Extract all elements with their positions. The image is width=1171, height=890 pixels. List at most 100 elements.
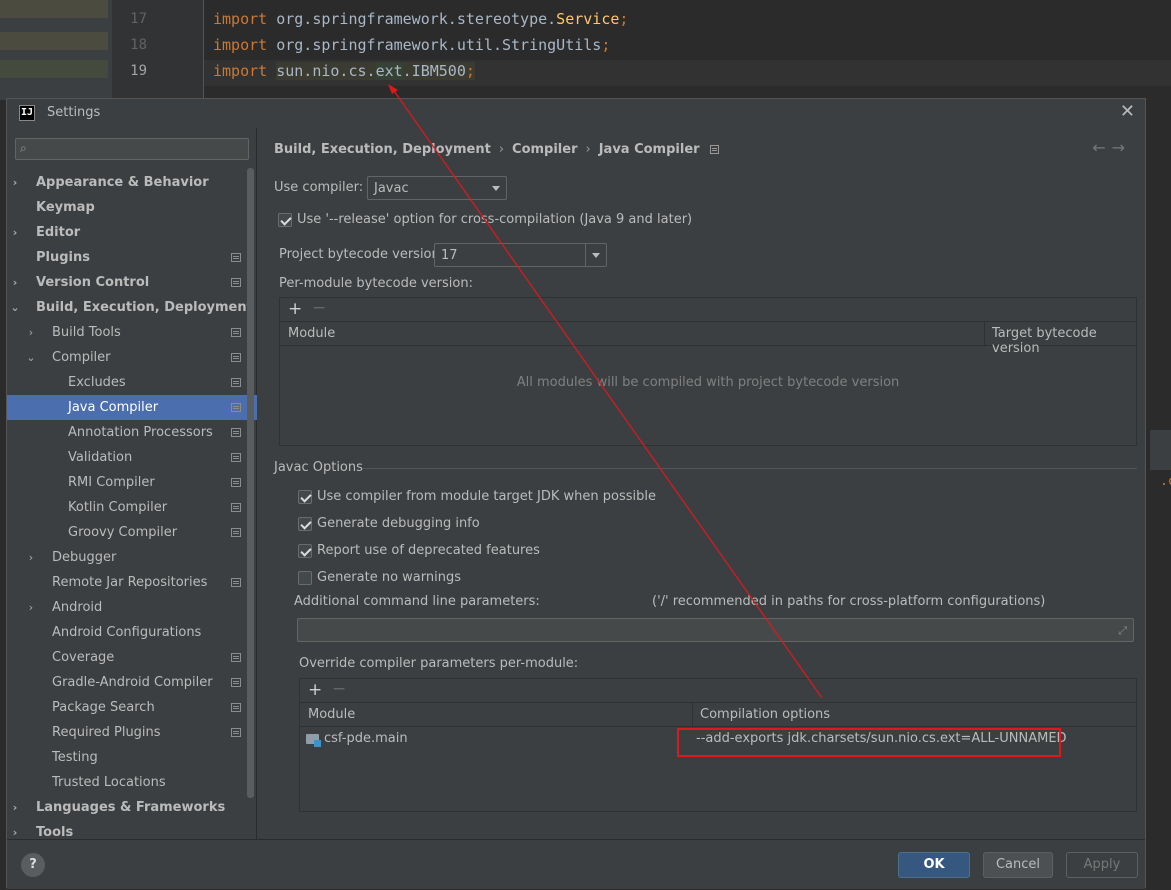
column-divider[interactable] [984,322,985,346]
chevron-right-icon[interactable]: › [9,270,21,295]
dialog-titlebar[interactable]: IJ Settings ✕ [7,99,1145,127]
combo-divider [585,244,586,266]
sidebar-item[interactable]: Required Plugins [7,720,257,745]
add-icon[interactable]: + [308,680,322,700]
keyword: import [213,62,268,80]
help-button[interactable]: ? [21,853,45,877]
sidebar-item[interactable]: Coverage [7,645,257,670]
sidebar-item[interactable]: ⌄ Build, Execution, Deployment [7,295,257,320]
column-header-module[interactable]: Module [308,707,355,722]
sidebar-item[interactable]: Remote Jar Repositories [7,570,257,595]
cancel-button[interactable]: Cancel [983,852,1053,878]
code-text: .IBM500 [402,62,466,80]
forward-arrow-icon[interactable]: → [1112,138,1131,157]
project-scope-icon [231,278,241,287]
code-text: org.springframework.stereotype. [267,10,557,28]
sidebar-item[interactable]: Keymap [7,195,257,220]
table-toolbar: + − [280,298,1136,322]
sidebar-item[interactable]: Package Search [7,695,257,720]
use-compiler-select[interactable]: Javac [367,176,507,200]
sidebar-item[interactable]: › Build Tools [7,320,257,345]
semicolon: ; [619,10,629,28]
option-label: Report use of deprecated features [317,543,540,558]
sidebar-item[interactable]: › Android [7,595,257,620]
column-header-target[interactable]: Target bytecode version [992,326,1136,356]
apply-button[interactable]: Apply [1066,852,1138,878]
sidebar-item[interactable]: Groovy Compiler [7,520,257,545]
sidebar-item[interactable]: Excludes [7,370,257,395]
settings-tree: › Appearance & Behavior Keymap › Editor Plugi… [7,170,257,845]
column-header-options[interactable]: Compilation options [700,707,830,722]
expand-icon[interactable]: ⤢ [1118,624,1127,638]
option-checkbox[interactable] [298,571,312,585]
chevron-right-icon[interactable]: › [9,220,21,245]
line-number: 17 [130,11,147,27]
add-icon[interactable]: + [288,299,302,319]
code-fragment: .c [1160,474,1171,489]
sidebar-item[interactable]: › Version Control [7,270,257,295]
highlight-stripe [0,60,108,78]
breadcrumb-item[interactable]: Build, Execution, Deployment [274,142,491,157]
chevron-down-icon[interactable]: ⌄ [9,295,21,320]
sidebar-item[interactable]: › Appearance & Behavior [7,170,257,195]
ok-button[interactable]: OK [898,852,970,878]
release-option-checkbox[interactable] [278,213,292,227]
code-text: ext [375,62,403,80]
sidebar-item-label: Plugins [36,250,90,265]
sidebar-item[interactable]: Java Compiler [7,395,257,420]
option-checkbox[interactable] [298,517,312,531]
code-line[interactable]: import org.springframework.stereotype.Se… [213,10,628,28]
line-number-gutter: 17 18 19 [112,0,204,100]
project-scope-icon [231,453,241,462]
sidebar-item[interactable]: ⌄ Compiler [7,345,257,370]
chevron-right-icon[interactable]: › [9,795,21,820]
editor-scroll-marker [1150,430,1171,470]
release-option-label: Use '--release' option for cross-compila… [297,212,693,227]
project-scope-icon [231,378,241,387]
column-header-module[interactable]: Module [288,326,335,341]
breadcrumb-item[interactable]: Compiler [512,142,577,157]
sidebar-item-label: Build, Execution, Deployment [36,300,253,315]
settings-search[interactable]: ⌕ [15,138,249,160]
option-checkbox[interactable] [298,544,312,558]
sidebar-item[interactable]: › Editor [7,220,257,245]
option-checkbox[interactable] [298,490,312,504]
sidebar-item-label: Kotlin Compiler [68,500,168,515]
code-line[interactable]: import sun.nio.cs.ext.IBM500; [213,62,475,80]
sidebar-item[interactable]: Kotlin Compiler [7,495,257,520]
sidebar-scrollbar[interactable] [247,168,254,798]
chevron-right-icon[interactable]: › [9,170,21,195]
back-arrow-icon[interactable]: ← [1092,138,1111,157]
sidebar-item[interactable]: Testing [7,745,257,770]
sidebar-item[interactable]: RMI Compiler [7,470,257,495]
chevron-right-icon[interactable]: › [25,595,37,620]
additional-params-input[interactable]: ⤢ [297,618,1134,642]
close-icon[interactable]: ✕ [1120,101,1135,122]
sidebar-item[interactable]: › Languages & Frameworks [7,795,257,820]
remove-icon: − [312,298,327,318]
bytecode-version-select[interactable]: 17 [434,243,607,267]
project-scope-icon [231,578,241,587]
sidebar-item[interactable]: Android Configurations [7,620,257,645]
sidebar-item-label: Groovy Compiler [68,525,178,540]
project-scope-icon [231,528,241,537]
column-divider[interactable] [692,703,693,727]
sidebar-item[interactable]: › Debugger [7,545,257,570]
navigation-arrows: ←→ [1092,138,1131,157]
sidebar-item[interactable]: Annotation Processors [7,420,257,445]
search-input[interactable] [38,139,246,159]
chevron-down-icon[interactable]: ⌄ [25,345,37,370]
project-scope-icon [231,503,241,512]
sidebar-item-label: Trusted Locations [52,775,166,790]
sidebar-item[interactable]: Gradle-Android Compiler [7,670,257,695]
sidebar-item[interactable]: Trusted Locations [7,770,257,795]
breadcrumb: Build, Execution, Deployment › Compiler › Ja… [274,142,719,157]
module-cell[interactable]: csf-pde.main [324,731,408,746]
empty-table-message: All modules will be compiled with projec… [516,375,900,390]
code-line[interactable]: import org.springframework.util.StringUt… [213,36,610,54]
chevron-right-icon[interactable]: › [25,545,37,570]
semicolon: ; [601,36,611,54]
sidebar-item[interactable]: Plugins [7,245,257,270]
sidebar-item[interactable]: Validation [7,445,257,470]
chevron-right-icon[interactable]: › [25,320,37,345]
